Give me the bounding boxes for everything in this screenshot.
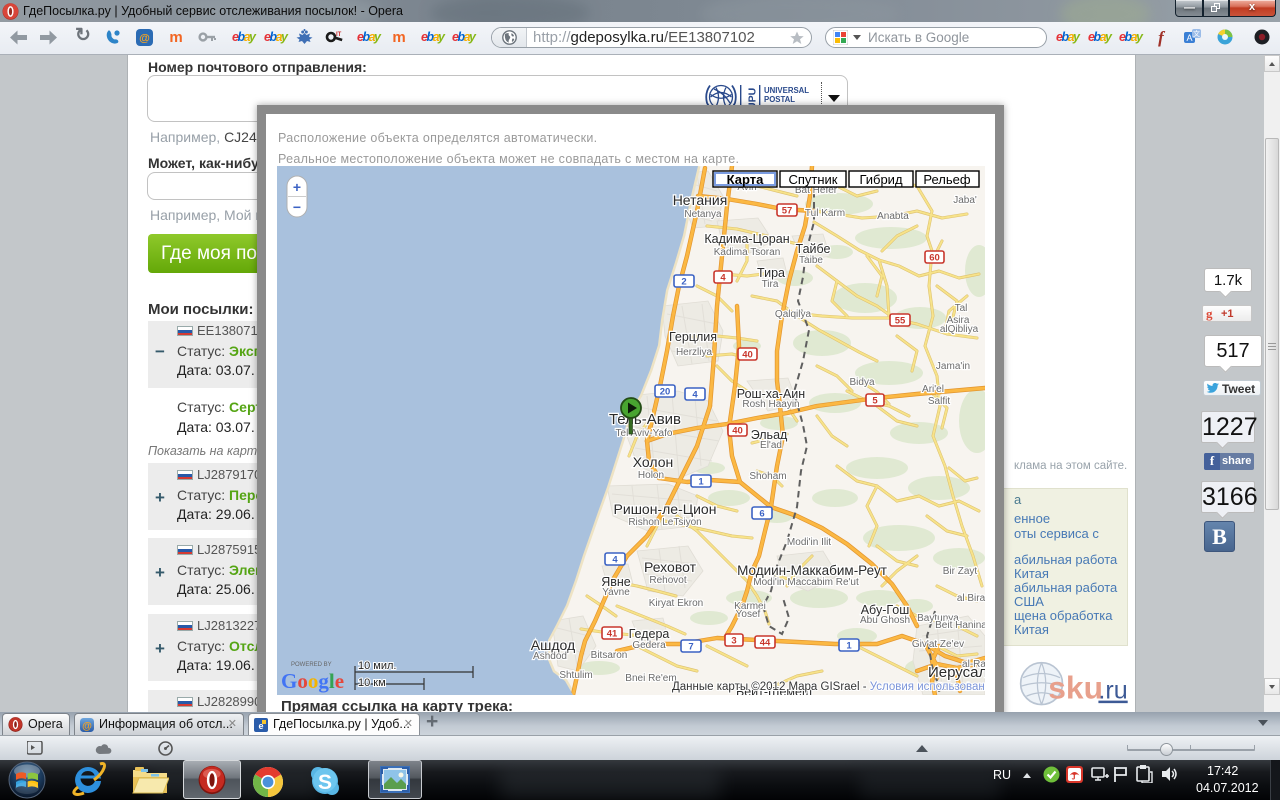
svg-text:Рельеф: Рельеф [923,172,970,187]
svg-text:@: @ [82,721,92,732]
svg-text:Bir Zayt: Bir Zayt [943,566,978,577]
svg-text:6: 6 [759,509,764,520]
svg-text:Taibe: Taibe [799,255,823,266]
svg-text:Bnei Re'em: Bnei Re'em [625,673,676,684]
svg-text:20: 20 [660,387,671,398]
svg-text:60: 60 [929,253,940,264]
svg-text:Гибрид: Гибрид [859,172,903,187]
svg-text:Реховот: Реховот [644,559,697,575]
svg-text:57: 57 [782,206,793,217]
svg-text:@: @ [139,33,150,45]
svg-text:4: 4 [692,390,698,401]
svg-text:A: A [1186,33,1192,43]
svg-text:Холон: Холон [633,454,674,470]
svg-text:4: 4 [720,273,726,284]
svg-text:Salfit: Salfit [928,396,950,407]
svg-text:Modi'in Maccabim Re'ut: Modi'in Maccabim Re'ut [753,577,859,588]
svg-text:Ришон-ле-Цион: Ришон-ле-Цион [614,501,717,517]
svg-text:Netanya: Netanya [684,209,722,220]
svg-text:Gedera: Gedera [632,640,666,651]
svg-text:Kadima Tsoran: Kadima Tsoran [714,247,781,258]
svg-text:Нетания: Нетания [673,192,728,208]
svg-text:7: 7 [688,642,693,653]
svg-text:.ru: .ru [1098,677,1127,705]
svg-text:IT: IT [336,32,342,38]
svg-text:Yosef: Yosef [736,609,761,620]
svg-text:1: 1 [698,477,704,488]
svg-text:Спутник: Спутник [788,172,837,187]
svg-text:Данные карты ©2012 Mapa GISrae: Данные карты ©2012 Mapa GISrael - Услови… [672,681,985,693]
svg-text:40: 40 [732,426,743,437]
svg-text:Bitsaron: Bitsaron [591,650,628,661]
svg-text:Anabta: Anabta [877,211,909,222]
svg-text:Карта: Карта [727,172,764,187]
svg-text:Tal: Tal [955,303,968,314]
svg-text:Тель-Авив: Тель-Авив [609,411,681,428]
svg-text:Giv'at Ze'ev: Giv'at Ze'ev [912,639,964,650]
svg-text:10 км: 10 км [358,677,386,689]
svg-text:El'ad: El'ad [760,440,782,451]
svg-text:Google: Google [281,669,344,693]
svg-text:Tul Karm: Tul Karm [805,208,845,219]
svg-text:Rosh Haayin: Rosh Haayin [742,399,799,410]
svg-text:Модиин-Маккабим-Реут: Модиин-Маккабим-Реут [737,563,887,578]
svg-text:POWERED BY: POWERED BY [291,662,332,668]
svg-text:Rehovot: Rehovot [649,575,686,586]
svg-text:Bidya: Bidya [849,377,874,388]
svg-text:Герцлия: Герцлия [669,330,717,344]
svg-text:al Bira: al Bira [957,593,985,604]
svg-text:40: 40 [742,350,753,361]
svg-text:Иерусалим: Иерусалим [928,664,985,681]
svg-text:Тайбе: Тайбе [796,242,831,256]
svg-text:Yavne: Yavne [602,587,630,598]
svg-text:Shtulim: Shtulim [559,670,592,681]
svg-text:Shoham: Shoham [749,471,786,482]
svg-text:Beit Hanina: Beit Hanina [935,620,985,631]
svg-text:41: 41 [607,629,618,640]
svg-text:4: 4 [612,555,618,566]
svg-text:3: 3 [731,636,736,647]
svg-text:UNIVERSAL: UNIVERSAL [764,86,809,95]
svg-text:Ari'el: Ari'el [922,384,944,395]
svg-text:Кадима-Цоран: Кадима-Цоран [704,232,789,246]
svg-text:+: + [293,179,301,195]
svg-text:Jaba': Jaba' [953,195,977,206]
svg-text:55: 55 [895,316,906,327]
svg-text:10 мил.: 10 мил. [358,660,396,672]
svg-text:Tira: Tira [762,279,779,290]
svg-text:S: S [318,771,332,794]
svg-text:Тира: Тира [757,266,785,280]
svg-text:44: 44 [760,638,771,649]
svg-text:Herzliya: Herzliya [676,347,713,358]
svg-text:Kiryat Ekron: Kiryat Ekron [649,598,703,609]
svg-text:Tel Aviv-Yafo: Tel Aviv-Yafo [616,428,673,439]
svg-text:Rishon LeTsiyon: Rishon LeTsiyon [628,517,701,528]
svg-text:Jama'in: Jama'in [936,361,970,372]
svg-text:文: 文 [1193,29,1200,38]
svg-text:Modi'in Ilit: Modi'in Ilit [787,537,831,548]
svg-text:POSTAL: POSTAL [764,95,795,104]
svg-text:Гедера: Гедера [629,627,670,641]
svg-text:Abu Ghosh: Abu Ghosh [860,615,910,626]
svg-text:alQibliya: alQibliya [940,324,979,335]
svg-text:−: − [293,199,301,215]
svg-text:5: 5 [872,396,878,407]
svg-text:Qalqilya: Qalqilya [775,309,812,320]
svg-text:Holon: Holon [638,470,664,481]
svg-text:Ashdod: Ashdod [533,651,567,662]
svg-text:1: 1 [846,641,852,652]
svg-text:sku: sku [1048,670,1103,706]
svg-text:2: 2 [681,277,686,288]
